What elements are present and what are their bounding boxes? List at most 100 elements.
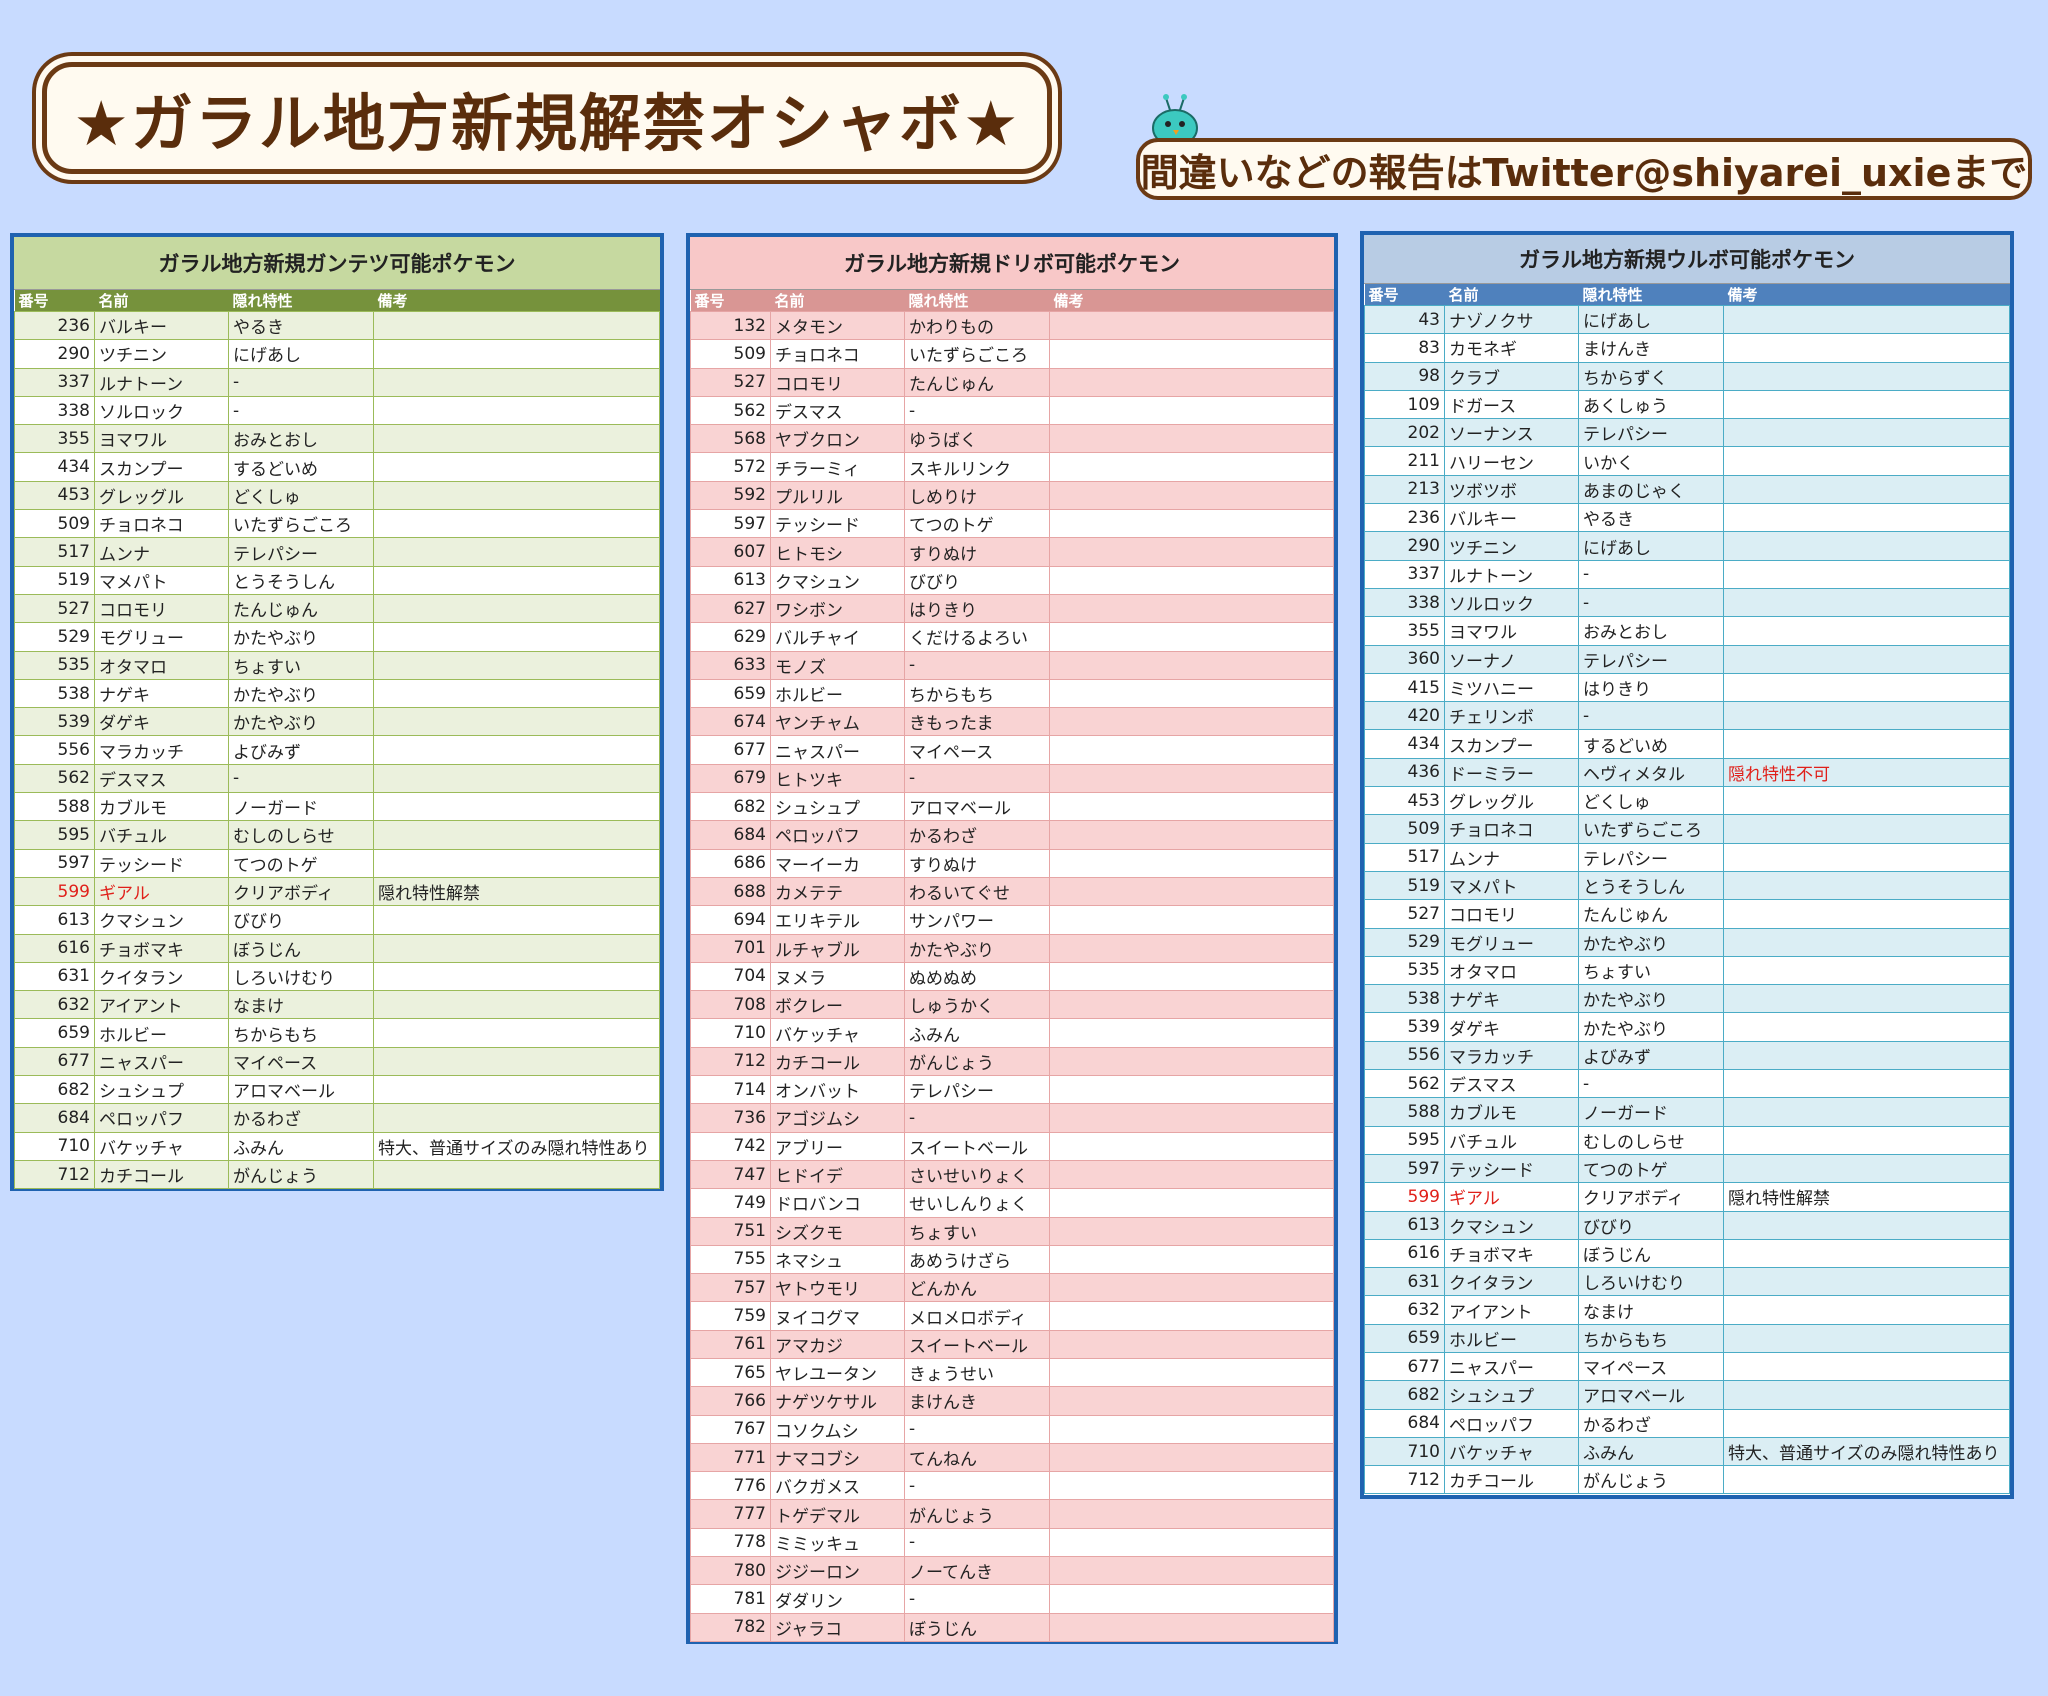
table-row: 535 オタマロ ちょすい	[14, 650, 660, 680]
table-row: 682 シュシュプ アロマベール	[690, 792, 1334, 822]
row-number: 712	[1364, 1465, 1445, 1495]
table-row: 714 オンバット テレパシー	[690, 1075, 1334, 1105]
row-number: 529	[1364, 927, 1445, 957]
row-name: ムンナ	[1444, 842, 1579, 872]
row-ability: むしのしらせ	[1578, 1125, 1724, 1155]
row-name: ギアル	[94, 876, 229, 907]
row-ability: -	[904, 1584, 1050, 1614]
row-note	[1723, 955, 2010, 986]
row-name: カチコール	[1444, 1465, 1579, 1495]
row-note	[1049, 452, 1334, 482]
row-note	[1049, 905, 1334, 935]
row-number: 684	[14, 1103, 95, 1133]
row-number: 109	[1364, 389, 1445, 420]
row-name: ヨマワル	[1444, 616, 1579, 646]
row-name: ドロバンコ	[770, 1188, 905, 1218]
row-name: ドガース	[1444, 389, 1579, 420]
row-ability: いたずらごころ	[1578, 814, 1724, 844]
row-ability: わるいてぐせ	[904, 876, 1050, 907]
row-note	[1049, 622, 1334, 652]
table-row: 765 ヤレユータン きょうせい	[690, 1357, 1334, 1388]
row-number: 677	[14, 1046, 95, 1077]
row-name: スカンプー	[94, 452, 229, 482]
row-note	[373, 650, 660, 680]
row-number: 290	[14, 339, 95, 369]
row-number: 597	[690, 509, 771, 539]
row-note	[1723, 559, 2010, 589]
row-number: 568	[690, 424, 771, 454]
row-name: ヤンチャム	[770, 707, 905, 737]
row-ability: ぼうじん	[904, 1612, 1050, 1642]
row-name: ソルロック	[1444, 587, 1579, 618]
row-name: アブリー	[770, 1131, 905, 1161]
row-name: テッシード	[94, 848, 229, 878]
row-number: 535	[1364, 955, 1445, 986]
row-note	[1723, 1238, 2010, 1269]
row-ability: ゆうばく	[904, 424, 1050, 454]
col-number: 番号	[690, 290, 771, 312]
row-name: チョロネコ	[1444, 814, 1579, 844]
table-row: 694 エリキテル サンパワー	[690, 905, 1334, 935]
row-name: チラーミィ	[770, 452, 905, 482]
row-note	[1049, 792, 1334, 822]
report-banner: 間違いなどの報告はTwitter@shiyarei_uxieまで	[1136, 138, 2032, 200]
table-row: 509 チョロネコ いたずらごころ	[690, 339, 1334, 369]
row-name: ナゲキ	[94, 678, 229, 709]
table-row: 771 ナマコブシ てんねん	[690, 1442, 1334, 1473]
row-ability: たんじゅん	[228, 593, 374, 624]
row-ability: -	[228, 395, 374, 426]
row-ability: たんじゅん	[904, 367, 1050, 397]
table-row: 538 ナゲキ かたやぶり	[1364, 984, 2010, 1014]
table-row: 597 テッシード てつのトゲ	[690, 509, 1334, 539]
table-row: 712 カチコール がんじょう	[690, 1046, 1334, 1077]
row-ability: やるき	[228, 310, 374, 341]
row-note	[1049, 848, 1334, 878]
row-ability: アロマベール	[228, 1075, 374, 1105]
row-note	[373, 792, 660, 822]
row-number: 677	[690, 735, 771, 765]
row-name: バルキー	[1444, 503, 1579, 533]
row-number: 613	[14, 905, 95, 935]
row-ability: かるわざ	[1578, 1408, 1724, 1438]
row-name: コロモリ	[770, 367, 905, 397]
row-number: 736	[690, 1103, 771, 1133]
row-note	[1049, 339, 1334, 369]
row-note	[1723, 446, 2010, 476]
table-row: 632 アイアント なまけ	[1364, 1295, 2010, 1325]
panel-title: ガラル地方新規ガンテツ可能ポケモン	[14, 237, 660, 290]
row-name: メタモン	[770, 310, 905, 341]
row-name: ヌメラ	[770, 961, 905, 992]
row-note	[373, 820, 660, 850]
col-note: 備考	[1723, 284, 2010, 306]
row-ability: まけんき	[904, 1386, 1050, 1416]
table-row: 132 メタモン かわりもの	[690, 310, 1334, 341]
row-ability: なまけ	[228, 990, 374, 1020]
row-note	[1723, 1323, 2010, 1353]
table-row: 751 シズクモ ちょすい	[690, 1216, 1334, 1246]
row-note	[1723, 1153, 2010, 1184]
table-row: 710 バケッチャ ふみん 特大、普通サイズのみ隠れ特性あり	[1364, 1436, 2010, 1467]
row-note	[1723, 474, 2010, 505]
table-row: 109 ドガース あくしゅう	[1364, 389, 2010, 420]
row-name: ネマシュ	[770, 1244, 905, 1275]
row-ability: よびみず	[228, 735, 374, 765]
row-note	[373, 1159, 660, 1190]
row-ability: ちからずく	[1578, 361, 1724, 391]
row-name: テッシード	[770, 509, 905, 539]
table-row: 684 ペロッパフ かるわざ	[690, 820, 1334, 850]
row-note: 特大、普通サイズのみ隠れ特性あり	[373, 1131, 660, 1161]
row-name: クイタラン	[1444, 1267, 1579, 1297]
row-name: バチュル	[1444, 1125, 1579, 1155]
row-name: トゲデマル	[770, 1499, 905, 1529]
row-name: バチュル	[94, 820, 229, 850]
table-row: 529 モグリュー かたやぶり	[14, 622, 660, 652]
col-ability: 隠れ特性	[1578, 284, 1724, 306]
table-row: 710 バケッチャ ふみん 特大、普通サイズのみ隠れ特性あり	[14, 1131, 660, 1161]
row-number: 519	[1364, 870, 1445, 901]
row-ability: ノーてんき	[904, 1556, 1050, 1586]
row-name: ソーナノ	[1444, 644, 1579, 674]
row-ability: メロメロボディ	[904, 1301, 1050, 1331]
table-row: 434 スカンプー するどいめ	[1364, 729, 2010, 759]
row-note	[373, 735, 660, 765]
row-number: 529	[14, 622, 95, 652]
